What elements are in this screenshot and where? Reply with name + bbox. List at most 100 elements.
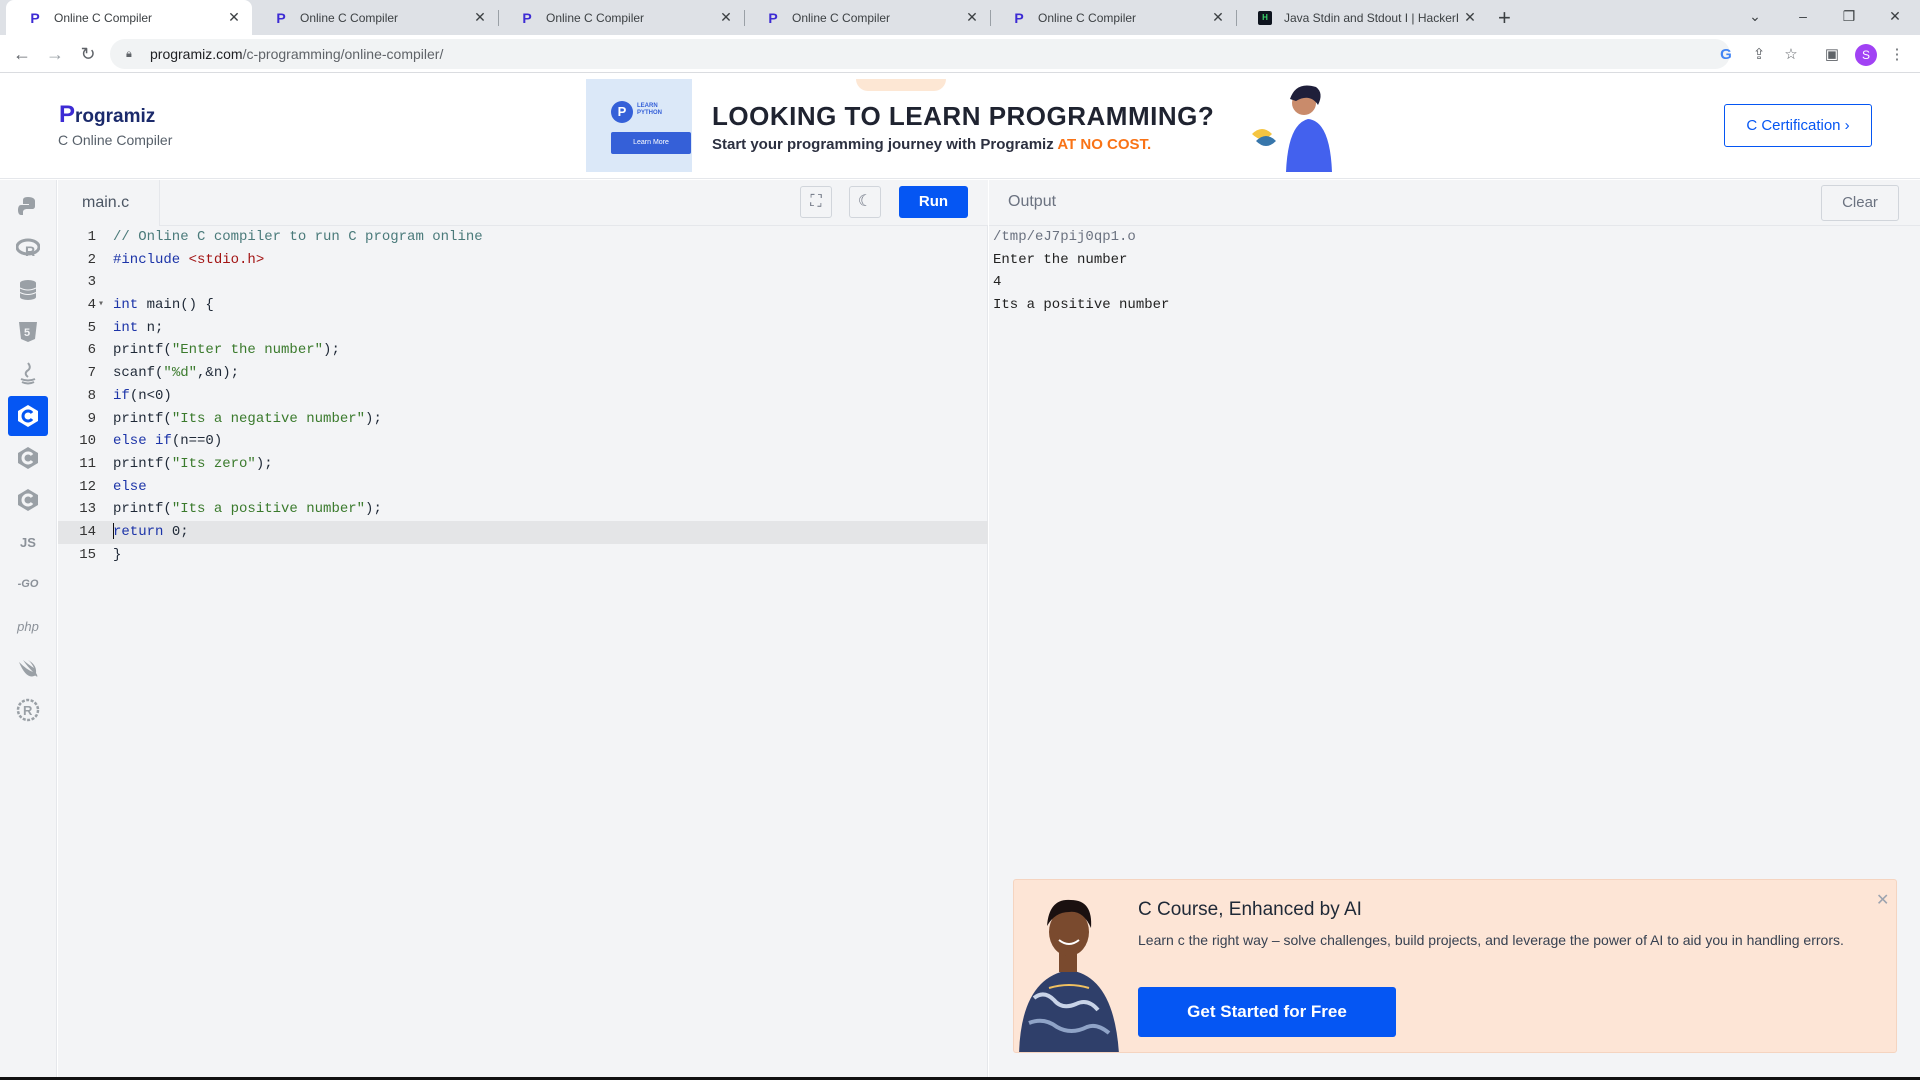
close-icon[interactable]: ✕ — [1458, 9, 1482, 26]
hackerrank-icon: H — [1258, 10, 1272, 25]
learn-more-button[interactable]: Learn More — [611, 132, 691, 154]
php-icon[interactable]: php — [8, 606, 48, 646]
html-icon[interactable]: 5 — [8, 312, 48, 352]
code-line: 1// Online C compiler to run C program o… — [87, 229, 483, 245]
browser-tab[interactable]: P Online C Compiler ✕ — [990, 0, 1236, 35]
get-started-button[interactable]: Get Started for Free — [1138, 987, 1396, 1037]
close-icon[interactable]: ✕ — [1206, 9, 1230, 26]
fold-arrow-icon[interactable]: ▾ — [98, 294, 104, 317]
programiz-icon: P — [1014, 9, 1024, 26]
output-title: Output — [1008, 193, 1057, 210]
window-close-button[interactable]: ✕ — [1872, 0, 1918, 32]
svg-text:5: 5 — [24, 327, 30, 339]
share-icon[interactable]: ⇪ — [1748, 44, 1770, 66]
js-icon[interactable]: JS — [8, 522, 48, 562]
r-icon[interactable]: R — [8, 228, 48, 268]
output-header: Output Clear — [989, 180, 1920, 226]
browser-tab[interactable]: H Java Stdin and Stdout I | HackerR ✕ — [1236, 0, 1488, 35]
banner-tag: LEARN PYTHON — [637, 103, 663, 116]
reload-icon[interactable]: ↻ — [76, 42, 100, 66]
course-promo-card: C Course, Enhanced by AI Learn c the rig… — [1013, 879, 1897, 1053]
tab-title: Online C Compiler — [54, 10, 153, 25]
promo-description: Learn c the right way – solve challenges… — [1138, 932, 1844, 948]
menu-kebab-icon[interactable]: ⋮ — [1886, 44, 1908, 66]
close-icon[interactable]: ✕ — [1876, 890, 1889, 910]
banner-decoration — [856, 79, 946, 91]
java-icon[interactable] — [8, 354, 48, 394]
minimize-button[interactable]: – — [1780, 0, 1826, 32]
forward-icon[interactable]: → — [43, 42, 67, 66]
close-icon[interactable]: ✕ — [222, 9, 246, 26]
tab-title: Online C Compiler — [546, 10, 645, 25]
programiz-icon: P — [30, 9, 40, 26]
output-line: Enter the number — [993, 251, 1128, 268]
url-host: programiz.com — [150, 46, 243, 62]
ad-banner[interactable]: P LEARN PYTHON Learn More LOOKING TO LEAR… — [586, 79, 1336, 172]
browser-tab[interactable]: P Online C Compiler ✕ — [498, 0, 744, 35]
code-line: 10 else if(n==0) — [79, 433, 223, 450]
site-header: Programiz C Online Compiler P LEARN PYTHO… — [0, 73, 1920, 179]
code-line: 3 — [87, 274, 96, 291]
cpp-icon[interactable] — [8, 438, 48, 478]
banner-subtext: Start your programming journey with Prog… — [712, 136, 1152, 153]
banner-left-panel — [586, 79, 692, 172]
new-tab-button[interactable]: + — [1498, 5, 1511, 31]
run-button[interactable]: Run — [899, 186, 968, 218]
c-icon[interactable] — [8, 396, 48, 436]
programiz-icon: P — [276, 9, 286, 26]
code-line: 13 printf("Its a positive number"); — [79, 501, 382, 518]
fullscreen-button[interactable]: ⛶ — [800, 186, 832, 218]
code-line: 11 printf("Its zero"); — [79, 455, 273, 472]
bookmark-star-icon[interactable]: ☆ — [1780, 44, 1802, 66]
profile-avatar[interactable]: S — [1855, 44, 1877, 66]
file-tab-main[interactable]: main.c — [58, 180, 160, 226]
dark-mode-button[interactable]: ☾ — [849, 186, 881, 218]
python-icon[interactable] — [8, 186, 48, 226]
csharp-icon[interactable] — [8, 480, 48, 520]
programiz-icon: P — [611, 101, 633, 123]
restore-button[interactable]: ❐ — [1826, 0, 1872, 32]
tab-title: Online C Compiler — [300, 10, 399, 25]
python-girl-illustration — [1246, 79, 1336, 172]
browser-tab[interactable]: P Online C Compiler ✕ — [6, 0, 252, 35]
address-bar[interactable]: 🔒︎ programiz.com/c-programming/online-co… — [110, 39, 1730, 69]
swift-icon[interactable] — [8, 648, 48, 688]
c-certification-button[interactable]: C Certification › — [1724, 104, 1872, 147]
output-console[interactable]: /tmp/eJ7pij0qp1.o Enter the number 4 Its… — [993, 226, 1169, 317]
programiz-logo[interactable]: Programiz — [59, 101, 155, 129]
close-icon[interactable]: ✕ — [960, 9, 984, 26]
sql-icon[interactable] — [8, 270, 48, 310]
code-line: 15} — [79, 546, 122, 563]
rust-icon[interactable]: R — [8, 690, 48, 730]
code-line: 8 if(n<0) — [87, 387, 172, 404]
code-area[interactable]: 1// Online C compiler to run C program o… — [58, 226, 988, 566]
page-subtitle: C Online Compiler — [58, 132, 173, 148]
svg-text:R: R — [23, 703, 33, 718]
language-sidebar: R 5 JS -GO php R — [0, 180, 57, 1080]
tab-search-icon[interactable]: ⌄ — [1732, 0, 1778, 32]
banner-headline: LOOKING TO LEARN PROGRAMMING? — [712, 101, 1215, 131]
code-line: 12 else — [79, 478, 147, 495]
code-line: 4 ▾ int main() { — [58, 294, 988, 317]
browser-tab[interactable]: P Online C Compiler ✕ — [252, 0, 498, 35]
google-icon[interactable]: G — [1715, 44, 1737, 66]
programiz-icon: P — [768, 9, 778, 26]
close-icon[interactable]: ✕ — [468, 9, 492, 26]
code-line: 5 int n; — [87, 319, 164, 336]
go-icon[interactable]: -GO — [8, 564, 48, 604]
browser-tabstrip: P Online C Compiler ✕ P Online C Compile… — [0, 0, 1920, 35]
output-line: 4 — [993, 274, 1002, 291]
code-line: 9 printf("Its a negative number"); — [87, 410, 382, 427]
promo-title: C Course, Enhanced by AI — [1138, 899, 1362, 920]
browser-tab[interactable]: P Online C Compiler ✕ — [744, 0, 990, 35]
instructor-photo — [1019, 899, 1119, 1052]
code-line: 2 #include <stdio.h> — [87, 251, 265, 268]
code-editor-panel: main.c ⛶ ☾ Run 1// Online C compiler to … — [58, 180, 988, 1080]
lock-icon: 🔒︎ — [126, 48, 132, 60]
clear-button[interactable]: Clear — [1821, 185, 1899, 221]
back-icon[interactable]: ← — [10, 42, 34, 66]
close-icon[interactable]: ✕ — [714, 9, 738, 26]
svg-text:R: R — [25, 243, 35, 259]
browser-toolbar: ← → ↻ 🔒︎ programiz.com/c-programming/onl… — [0, 35, 1920, 73]
side-panel-icon[interactable]: ▣ — [1821, 44, 1843, 66]
